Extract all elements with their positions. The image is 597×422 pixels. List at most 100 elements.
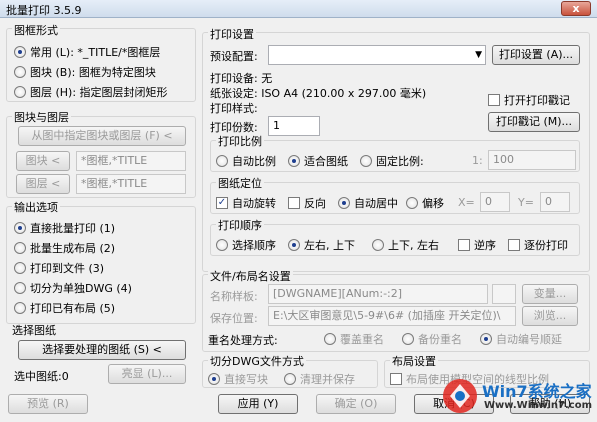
copies-field[interactable]: 1 [268, 116, 320, 136]
output-option-split[interactable]: 切分为单独DWG (4) [14, 280, 132, 296]
select-drawing-title: 选择图纸 [12, 324, 56, 337]
watermark: Win7系统之家 Www.Winwin7.com [440, 374, 593, 418]
scale-option-fit[interactable]: 适合图纸 [288, 153, 348, 169]
output-option-file[interactable]: 打印到文件 (3) [14, 260, 104, 276]
order-option-lr[interactable]: 左右, 上下 [288, 237, 355, 253]
output-label: 打印到文件 (3) [30, 262, 105, 275]
scale-label: 自动比例 [232, 155, 276, 168]
preset-dropdown[interactable]: ▼ [268, 45, 486, 65]
location-label: 保存位置: [210, 312, 258, 325]
order-label: 上下, 左右 [388, 239, 439, 252]
radio-icon [14, 242, 26, 254]
browse-button[interactable]: 浏览... [522, 306, 578, 326]
rename-option-autonum[interactable]: 自动编号顺延 [480, 331, 562, 347]
preview-button[interactable]: 预览 (R) [8, 394, 88, 414]
radio-icon [216, 239, 228, 251]
rename-option-backup[interactable]: 备份重名 [402, 331, 462, 347]
radio-icon [14, 302, 26, 314]
rename-option-overwrite[interactable]: 覆盖重名 [324, 331, 384, 347]
scale-option-auto[interactable]: 自动比例 [216, 153, 276, 169]
split-option-direct[interactable]: 直接写块 [208, 371, 268, 387]
reverse-checkbox[interactable]: 反向 [288, 195, 326, 211]
highlight-button[interactable]: 亮显 (L)... [108, 364, 186, 384]
per-copy-label: 逐份打印 [524, 239, 568, 252]
order-label: 左右, 上下 [304, 239, 355, 252]
per-copy-checkbox[interactable]: 逐份打印 [508, 237, 568, 253]
selected-count: 选中图纸:0 [14, 370, 69, 383]
template-label: 名称样板: [210, 290, 258, 303]
radio-icon [360, 155, 372, 167]
print-style-label: 打印样式: [210, 102, 258, 115]
block-button[interactable]: 图块 < [16, 151, 70, 171]
ratio-left-label: 1: [472, 154, 483, 167]
scale-option-fixed[interactable]: 固定比例: [360, 153, 424, 169]
checkbox-icon [390, 373, 402, 385]
rename-label: 备份重名 [418, 333, 462, 346]
radio-icon [288, 155, 300, 167]
template-extra-field[interactable] [492, 284, 516, 304]
win7-logo-icon [443, 379, 477, 413]
output-option-layout[interactable]: 批量生成布局 (2) [14, 240, 115, 256]
y-field[interactable]: 0 [540, 192, 570, 212]
print-setup-button[interactable]: 打印设置 (A)... [492, 45, 580, 65]
location-field[interactable]: E:\大区审图意见\5-9#\6# (加插座 开关定位)\ [268, 306, 516, 326]
apply-button[interactable]: 应用 (Y) [218, 394, 298, 414]
output-option-print[interactable]: 直接批量打印 (1) [14, 220, 115, 236]
radio-icon [14, 262, 26, 274]
radio-icon [372, 239, 384, 251]
reverse-order-checkbox[interactable]: 逆序 [458, 237, 496, 253]
paper-setting: 纸张设定: ISO A4 (210.00 x 297.00 毫米) [210, 87, 427, 100]
print-settings-title: 打印设置 [208, 26, 256, 42]
select-drawing-button[interactable]: 选择要处理的图纸 (S) < [18, 340, 186, 360]
reverse-order-label: 逆序 [474, 239, 496, 252]
auto-rotate-checkbox[interactable]: ✓ 自动旋转 [216, 195, 276, 211]
chevron-down-icon: ▼ [475, 50, 482, 60]
variable-button[interactable]: 变量... [522, 284, 578, 304]
radio-icon [284, 373, 296, 385]
watermark-brand: Win7系统之家 [482, 382, 592, 401]
radio-icon [14, 46, 26, 58]
output-label: 切分为单独DWG (4) [30, 282, 132, 295]
close-button[interactable]: x [561, 1, 591, 16]
print-stamp-button[interactable]: 打印戳记 (M)... [488, 112, 580, 132]
open-stamp-label: 打开打印戳记 [504, 94, 570, 107]
output-option-existing[interactable]: 打印已有布局 (5) [14, 300, 115, 316]
layer-field[interactable]: *图框,*TITLE [76, 174, 186, 194]
radio-icon [14, 86, 26, 98]
open-stamp-checkbox[interactable]: 打开打印戳记 [488, 92, 570, 108]
y-label: Y= [518, 196, 534, 209]
pick-block-layer-button[interactable]: 从图中指定图块或图层 (F) < [18, 126, 186, 146]
output-label: 批量生成布局 (2) [30, 242, 116, 255]
output-label: 打印已有布局 (5) [30, 302, 116, 315]
scale-label: 固定比例: [376, 155, 424, 168]
split-option-clean[interactable]: 清理并保存 [284, 371, 355, 387]
ratio-field[interactable]: 100 [488, 150, 576, 170]
scale-label: 适合图纸 [304, 155, 348, 168]
frame-style-option-block[interactable]: 图块 (B): 图框为特定图块 [14, 64, 156, 80]
x-field[interactable]: 0 [480, 192, 510, 212]
frame-style-label: 图层 (H): 指定图层封闭矩形 [30, 86, 168, 99]
radio-icon [216, 155, 228, 167]
check-icon: ✓ [216, 197, 228, 209]
layer-button[interactable]: 图层 < [16, 174, 70, 194]
checkbox-icon [458, 239, 470, 251]
position-title: 图纸定位 [216, 175, 264, 191]
radio-icon [208, 373, 220, 385]
frame-style-option-layer[interactable]: 图层 (H): 指定图层封闭矩形 [14, 84, 168, 100]
scale-title: 打印比例 [216, 133, 264, 149]
radio-icon [480, 333, 492, 345]
checkbox-icon [488, 94, 500, 106]
frame-style-option-common[interactable]: 常用 (L): *_TITLE/*图框层 [14, 44, 160, 60]
watermark-url: Www.Winwin7.com [484, 400, 593, 411]
template-field[interactable]: [DWGNAME][ANum:-:2] [268, 284, 488, 304]
naming-title: 文件/布局名设置 [208, 268, 293, 284]
position-option-offset[interactable]: 偏移 [406, 195, 444, 211]
block-field[interactable]: *图框,*TITLE [76, 151, 186, 171]
position-option-center[interactable]: 自动居中 [338, 195, 398, 211]
preset-label: 预设配置: [210, 50, 258, 63]
order-option-tb[interactable]: 上下, 左右 [372, 237, 439, 253]
ok-button[interactable]: 确定 (O) [316, 394, 396, 414]
reverse-label: 反向 [304, 197, 326, 210]
split-label: 直接写块 [224, 373, 268, 386]
order-option-selection[interactable]: 选择顺序 [216, 237, 276, 253]
